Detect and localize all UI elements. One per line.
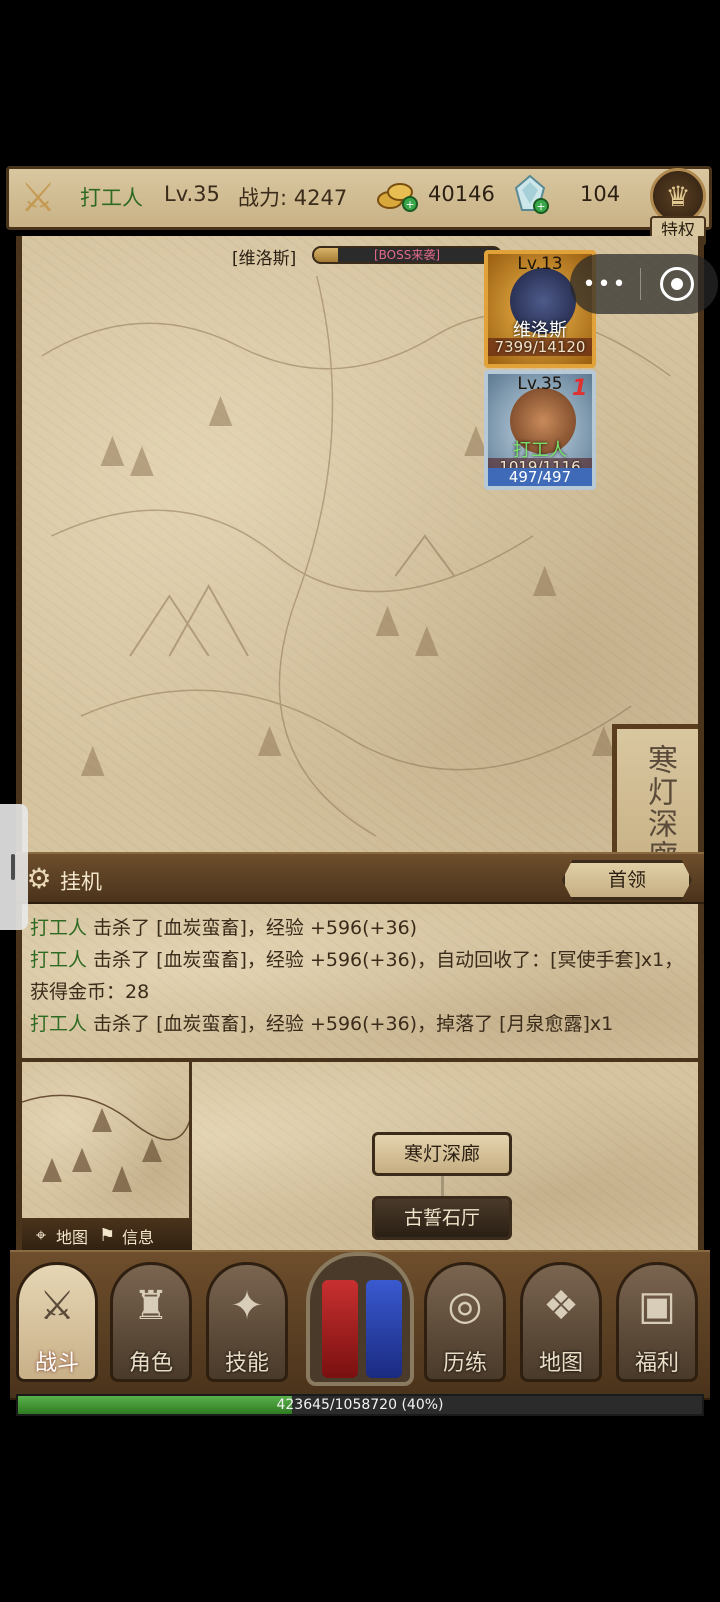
diamond-icon[interactable]: + [510,174,550,216]
minimap[interactable] [22,1062,192,1218]
boss-name-label: [维洛斯] [232,249,297,269]
log-actor: 打工人 [30,917,88,939]
minimap-tabs: ⌖ 地图 ⚑ 信息 [22,1218,192,1254]
side-drawer-handle[interactable] [0,804,28,930]
idle-bar: ⚙ 挂机 首领 [16,852,704,904]
gold-amount: 40146 [428,182,495,206]
boss-banner: [BOSS来袭] [373,248,441,262]
world-map[interactable]: [维洛斯] [BOSS来袭] Lv.13 维洛斯 7399/14120 Lv.3… [16,236,704,852]
hero-mp: 497/497 [488,468,592,486]
player-name: 打工人 [80,186,143,210]
nav-label: 角色 [128,1351,173,1376]
map-scroll-icon: ❖ [543,1283,579,1329]
log-line: 打工人 击杀了 [血炭蛮畜]，经验 +596(+36)，掉落了 [月泉愈露]x1 [30,1008,690,1040]
hero-portrait[interactable]: Lv.35 1 打工人 1019/1116 497/497 [484,370,596,490]
info-tab-label: 信息 [122,1228,155,1247]
next-zone-button[interactable]: 古誓石厅 [372,1196,512,1240]
nav-label: 地图 [538,1351,583,1376]
map-sketch-art [41,275,671,837]
nav-map[interactable]: ❖ 地图 [520,1262,602,1382]
more-options-button[interactable]: ••• [570,272,640,297]
idle-label[interactable]: 挂机 [60,866,102,896]
skill-claw-icon: ✦ [230,1283,264,1329]
banner-icon: ⚑ [98,1225,116,1246]
nav-label: 战斗 [34,1351,79,1376]
nav-battle[interactable]: ⚔ 战斗 [16,1262,98,1382]
crossed-swords-icon: ⚔ [39,1283,75,1329]
log-line: 打工人 击杀了 [血炭蛮畜]，经验 +596(+36)，自动回收了：[冥使手套]… [30,944,690,1008]
gem-amount: 104 [580,182,621,206]
info-tab[interactable]: ⚑ 信息 [96,1224,154,1248]
experience-text: 423645/1058720 (40%) [276,1397,444,1413]
crossed-swords-icon: ⚔ [20,175,56,221]
vortex-icon: ◎ [447,1283,483,1329]
boss-challenge-button[interactable]: 首领 [562,860,692,900]
nav-character[interactable]: ♜ 角色 [110,1262,192,1382]
game-frame: ⚔ 打工人 Lv.35 战力: 4247 + 40146 + 104 ♛ 特权 [0,160,720,1450]
minimap-art [22,1094,189,1192]
close-miniprogram-button[interactable] [641,267,713,301]
svg-text:+: + [536,200,545,213]
combat-power: 战力: 4247 [238,186,348,210]
svg-text:+: + [405,198,414,211]
log-text: 击杀了 [血炭蛮畜]，经验 +596(+36) [87,917,418,939]
bottom-nav: ⚔ 战斗 ♜ 角色 ✦ 技能 ◎ 历练 ❖ 地图 ▣ 福利 [10,1250,710,1400]
current-zone-button[interactable]: 寒灯深廊 [372,1132,512,1176]
log-line: 打工人 击杀了 [血炭蛮畜]，经验 +596(+36) [30,912,690,944]
hp-potion [322,1280,358,1378]
route-connector [441,1176,444,1196]
zone-sign[interactable]: 寒灯深廊 [612,724,698,852]
log-text: 击杀了 [血炭蛮畜]，经验 +596(+36)，掉落了 [月泉愈露]x1 [87,1013,614,1035]
potion-gauge[interactable] [306,1252,414,1386]
nav-label: 福利 [634,1351,679,1376]
enemy-hp: 7399/14120 [488,338,592,356]
gear-icon[interactable]: ⚙ [24,864,54,894]
zone-sign-text: 寒灯深廊 [642,744,677,852]
map-tab-label: 地图 [56,1228,89,1247]
top-status-bar: ⚔ 打工人 Lv.35 战力: 4247 + 40146 + 104 ♛ 特权 [0,160,720,246]
damage-popup: 1 [572,376,588,401]
gold-coin-icon[interactable]: + [376,178,418,212]
nav-label: 历练 [442,1351,487,1376]
log-actor: 打工人 [30,1013,88,1035]
nav-welfare[interactable]: ▣ 福利 [616,1262,698,1382]
combat-log[interactable]: 打工人 击杀了 [血炭蛮畜]，经验 +596(+36) 打工人 击杀了 [血炭蛮… [16,904,704,1058]
boss-health-bar: [BOSS来袭] [312,246,502,264]
experience-bar: 423645/1058720 (40%) [16,1394,704,1416]
helmet-icon: ♜ [133,1283,169,1329]
nav-training[interactable]: ◎ 历练 [424,1262,506,1382]
mp-potion [366,1280,402,1378]
player-level: Lv.35 [164,182,220,206]
nav-skills[interactable]: ✦ 技能 [206,1262,288,1382]
log-text: 击杀了 [血炭蛮畜]，经验 +596(+36)，自动回收了：[冥使手套]x1，获… [30,949,684,1003]
log-actor: 打工人 [30,949,88,971]
nav-label: 技能 [224,1351,269,1376]
treasure-chest-icon: ▣ [638,1283,676,1329]
target-icon [660,267,694,301]
miniprogram-capsule: ••• [570,254,718,314]
map-pin-icon: ⌖ [35,1225,47,1246]
map-tab[interactable]: ⌖ 地图 [30,1224,88,1248]
route-panel: ⌖ 地图 ⚑ 信息 寒灯深廊 古誓石厅 [16,1058,704,1254]
